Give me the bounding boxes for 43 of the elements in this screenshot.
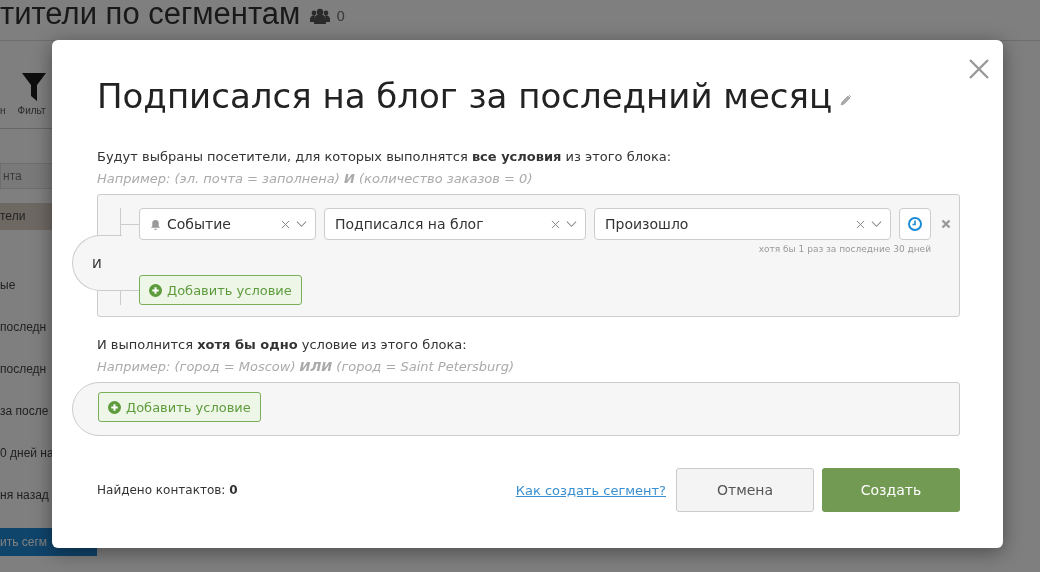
- event-select[interactable]: Подписался на блог: [324, 208, 586, 240]
- search-field[interactable]: нта: [0, 163, 52, 189]
- schedule-button[interactable]: [899, 208, 931, 240]
- remove-icon[interactable]: [941, 219, 951, 229]
- block-description: Будут выбраны посетители, для которых выполнятся все условия из этого блока:: [97, 148, 673, 166]
- dialog-title: Подписался на блог за последний месяц: [97, 76, 833, 116]
- clear-icon[interactable]: [281, 219, 290, 229]
- sidebar-item[interactable]: ня назад: [0, 474, 52, 516]
- condition-type-select[interactable]: Событие: [139, 208, 316, 240]
- bell-icon: [150, 218, 161, 230]
- people-icon: [310, 8, 331, 24]
- occurrence-select[interactable]: Произошло: [594, 208, 891, 240]
- create-button[interactable]: Создать: [822, 468, 960, 512]
- clear-icon[interactable]: [856, 219, 865, 229]
- sidebar-item[interactable]: тели: [0, 203, 52, 230]
- visitor-count: 0: [336, 8, 346, 24]
- example-hint: Например: (город = Moscow) ИЛИ (город = Saint Petersburg): [97, 358, 516, 376]
- frequency-note: хотя бы 1 раз за последние 30 дней: [758, 244, 931, 254]
- contacts-found-label: Найдено контактов: 0: [97, 483, 239, 497]
- chevron-down-icon[interactable]: [871, 220, 882, 228]
- page-title: тители по сегментам: [0, 0, 301, 32]
- close-icon[interactable]: [969, 59, 989, 79]
- sidebar-item[interactable]: за после: [0, 390, 52, 432]
- clear-icon[interactable]: [551, 219, 560, 229]
- plus-circle-icon: [108, 400, 121, 414]
- sidebar-item[interactable]: последн: [0, 348, 52, 390]
- pencil-icon[interactable]: [840, 94, 853, 106]
- add-condition-button[interactable]: Добавить условие: [98, 392, 261, 422]
- sidebar-item[interactable]: ые: [0, 264, 52, 306]
- clock-icon: [908, 217, 922, 231]
- toolbar-label[interactable]: н: [0, 105, 6, 116]
- chevron-down-icon[interactable]: [566, 220, 577, 228]
- help-link[interactable]: Как создать сегмент?: [515, 482, 666, 498]
- funnel-icon[interactable]: [21, 73, 46, 101]
- toolbar-label[interactable]: Фильт: [17, 105, 46, 116]
- operator-bubble: И: [72, 235, 122, 291]
- block-description: И выполнится хотя бы одно условие из этого блока:: [97, 336, 468, 354]
- example-hint: Например: (эл. почта = заполнена) И (количество заказов = 0): [97, 170, 534, 188]
- chevron-down-icon[interactable]: [296, 220, 307, 228]
- add-condition-button[interactable]: Добавить условие: [139, 275, 302, 305]
- sidebar-item[interactable]: последн: [0, 306, 52, 348]
- plus-circle-icon: [149, 283, 162, 297]
- cancel-button[interactable]: Отмена: [676, 468, 814, 512]
